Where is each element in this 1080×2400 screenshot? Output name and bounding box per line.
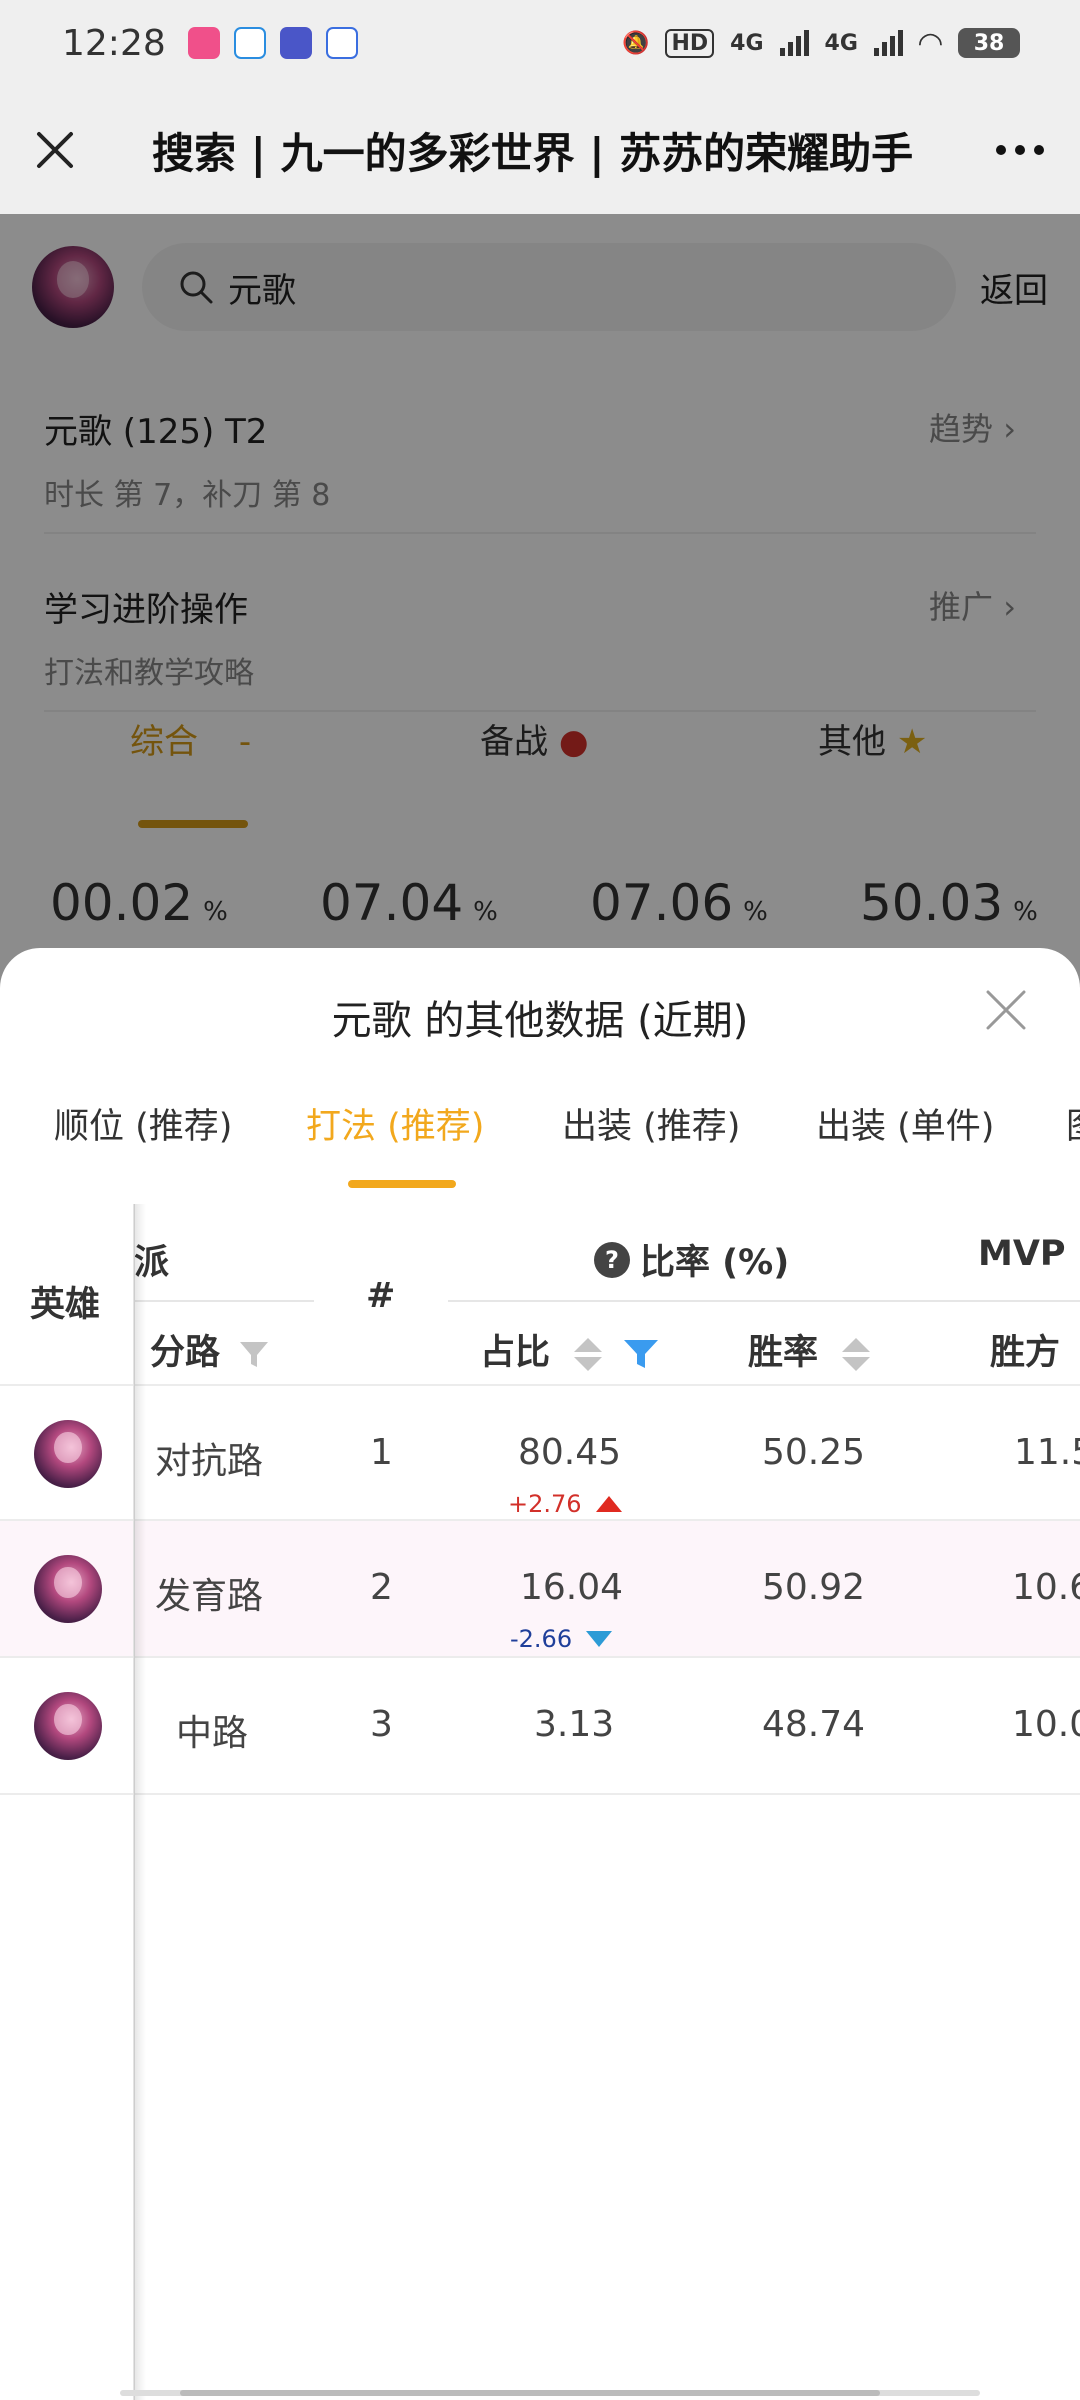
horizontal-scrollbar[interactable]: [120, 2390, 980, 2396]
more-icon: [996, 145, 1006, 155]
net-label-2: 4G: [824, 30, 858, 56]
share-delta: +2.76: [508, 1490, 622, 1518]
sheet-tabs: 顺位 (推荐) 打法 (推荐) 出装 (推荐) 出装 (单件) 图: [0, 1098, 1080, 1178]
mute-icon: 🔕: [622, 30, 650, 56]
hero-header: 英雄: [30, 1285, 101, 1325]
sheet-tab-underline: [348, 1180, 456, 1188]
battery-icon: 38: [958, 28, 1020, 58]
table-row[interactable]: 对抗路 1 80.45 +2.76 50.25 11.5: [0, 1384, 1080, 1521]
tab-position[interactable]: 顺位 (推荐): [54, 1098, 232, 1149]
signal-icon-2: [873, 30, 903, 56]
sort-icon[interactable]: [842, 1337, 871, 1371]
winrate-header[interactable]: 胜率: [748, 1324, 871, 1375]
tab-build[interactable]: 出装 (推荐): [562, 1098, 740, 1149]
rank-cell: 2: [370, 1567, 393, 1608]
wifi-icon: ◠: [918, 25, 942, 61]
tab-playstyle[interactable]: 打法 (推荐): [306, 1098, 484, 1149]
tieba-app-icon: [279, 27, 312, 59]
sheet-close-button[interactable]: [982, 986, 1030, 1034]
nav-bar: 搜索 | 九一的多彩世界 | 苏苏的荣耀助手: [0, 86, 1080, 214]
send-app-icon: [233, 27, 266, 59]
filter-icon-active[interactable]: [622, 1336, 660, 1372]
close-icon: [37, 132, 73, 168]
mvp-cell: 10.6: [1012, 1567, 1080, 1608]
close-icon: [986, 990, 1026, 1030]
baidu-app-icon: [325, 27, 358, 59]
mvp-cell: 10.0: [1012, 1704, 1080, 1745]
lane-cell: 中路: [176, 1713, 249, 1754]
mvp-cell: 11.5: [1014, 1432, 1080, 1473]
winrate-cell: 50.92: [762, 1567, 866, 1608]
share-cell: 16.04: [520, 1567, 624, 1608]
share-delta: -2.66: [510, 1625, 613, 1653]
lane-header[interactable]: 分路: [150, 1324, 270, 1375]
status-time: 12:28: [62, 22, 166, 64]
share-cell: 80.45: [518, 1432, 622, 1473]
lane-cell: 对抗路: [155, 1441, 264, 1482]
header-divider: [134, 1300, 314, 1302]
sheet-title: 元歌 的其他数据 (近期): [331, 998, 749, 1044]
lofter-app-icon: [187, 27, 220, 59]
close-button[interactable]: [0, 130, 110, 170]
table-row[interactable]: 发育路 2 16.04 -2.66 50.92 10.6: [0, 1521, 1080, 1658]
winrate-cell: 48.74: [762, 1704, 866, 1745]
table-row[interactable]: 中路 3 3.13 48.74 10.0: [0, 1658, 1080, 1795]
share-header[interactable]: 占比: [480, 1324, 660, 1375]
lane-cell: 发育路: [155, 1576, 264, 1617]
status-bar: 12:28 🔕 HD 4G 4G ◠ 38: [0, 0, 1080, 86]
hero-avatar: [34, 1692, 102, 1760]
hd-icon: HD: [665, 28, 715, 58]
winside-header: 胜方: [990, 1333, 1061, 1373]
signal-icon: [779, 30, 809, 56]
share-cell: 3.13: [534, 1704, 615, 1745]
mvp-header: MVP (: [978, 1234, 1080, 1274]
status-app-icons: [187, 27, 358, 59]
up-arrow-icon: [595, 1496, 622, 1512]
rank-cell: 3: [370, 1704, 393, 1745]
tab-item[interactable]: 出装 (单件): [816, 1098, 994, 1149]
net-label-1: 4G: [730, 30, 764, 56]
rank-cell: 1: [370, 1432, 393, 1473]
help-icon[interactable]: ?: [594, 1241, 630, 1278]
other-data-sheet: 元歌 的其他数据 (近期) 顺位 (推荐) 打法 (推荐) 出装 (推荐) 出装…: [0, 948, 1080, 2400]
filter-icon[interactable]: [238, 1338, 270, 1370]
header-divider: [448, 1300, 1080, 1302]
down-arrow-icon: [586, 1631, 613, 1647]
more-button[interactable]: [960, 145, 1080, 155]
page-title: 搜索 | 九一的多彩世界 | 苏苏的荣耀助手: [152, 128, 914, 178]
rate-group-header: ? 比率 (%): [594, 1234, 789, 1285]
sort-icon[interactable]: [574, 1337, 603, 1371]
hero-avatar: [34, 1555, 102, 1623]
winrate-cell: 50.25: [762, 1432, 866, 1473]
rank-header: #: [366, 1276, 396, 1316]
sticky-column-shadow: [134, 1204, 146, 2400]
tab-more[interactable]: 图: [1066, 1098, 1080, 1149]
hero-avatar: [34, 1420, 102, 1488]
status-right: 🔕 HD 4G 4G ◠ 38: [622, 26, 1020, 61]
